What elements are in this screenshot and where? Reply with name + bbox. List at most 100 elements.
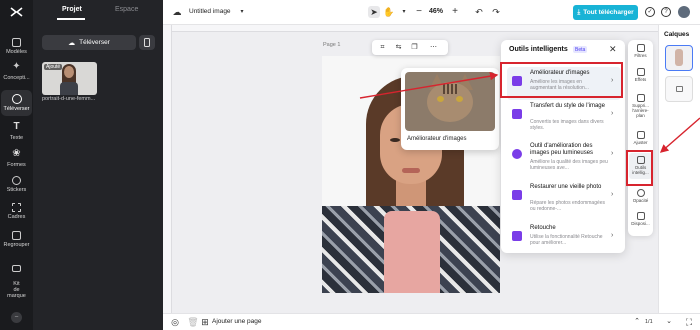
filters-icon bbox=[636, 44, 645, 52]
sidebar-item-shapes[interactable]: ❀ Formes bbox=[1, 148, 32, 169]
arrange-icon bbox=[636, 212, 645, 220]
sticker-icon bbox=[12, 176, 21, 185]
fullscreen-icon[interactable]: ⛶ bbox=[683, 316, 695, 328]
upload-from-phone-button[interactable] bbox=[139, 35, 155, 50]
annotation-box-smart-tools bbox=[626, 150, 653, 186]
crop-icon[interactable]: ⌗ bbox=[378, 43, 387, 52]
effects-icon bbox=[636, 68, 645, 76]
sidebar-item-design[interactable]: ✦ Concepti... bbox=[1, 61, 32, 82]
tool-effects[interactable]: Effets bbox=[629, 68, 652, 82]
sidebar-item-brand-kit[interactable]: Kit de marque bbox=[1, 259, 32, 300]
zoom-out-icon[interactable]: − bbox=[413, 6, 425, 18]
tool-arrange[interactable]: Disposi... bbox=[629, 212, 652, 226]
style-transfer-icon bbox=[512, 109, 522, 119]
asset-filename: portrait-d-une-femm... bbox=[42, 96, 96, 102]
chevron-down-icon[interactable]: ▾ bbox=[236, 6, 248, 18]
layer-portrait[interactable] bbox=[665, 45, 693, 71]
tool-filters[interactable]: Filtres bbox=[629, 44, 652, 58]
frame-icon bbox=[12, 203, 21, 212]
tool-low-light-enhancer[interactable]: Outil d'amélioration des images peu lumi… bbox=[507, 140, 621, 180]
annotation-box-enhancer bbox=[500, 62, 623, 98]
image-floating-toolbar: ⌗ ⇆ ❐ ⋯ bbox=[372, 40, 448, 55]
top-toolbar: ☁ Untitled image ▾ ➤ ✋ ▾ − 46% + ↶ ↷ ⤓ T… bbox=[163, 0, 700, 25]
tool-remove-background[interactable]: Suppri... l'arrière-plan bbox=[629, 94, 652, 119]
close-icon[interactable]: ✕ bbox=[609, 44, 617, 55]
page-down-icon[interactable]: ⌄ bbox=[663, 316, 675, 328]
preview-label: Améliorateur d'images bbox=[407, 136, 467, 142]
adjust-icon bbox=[636, 131, 645, 139]
image-icon bbox=[676, 86, 683, 92]
undo-icon[interactable]: ↶ bbox=[473, 6, 485, 18]
select-cursor-icon[interactable]: ➤ bbox=[368, 6, 380, 18]
account-avatar[interactable] bbox=[678, 6, 690, 18]
top-ruler bbox=[172, 25, 658, 32]
opacity-icon bbox=[636, 189, 645, 197]
image-tools-column: Filtres Effets Suppri... l'arrière-plan … bbox=[628, 40, 653, 236]
chevron-down-icon[interactable]: ▾ bbox=[398, 6, 410, 18]
upload-button[interactable]: ☁ Téléverser bbox=[42, 35, 136, 50]
remove-background-icon bbox=[636, 94, 645, 102]
more-icon[interactable]: ⋯ bbox=[429, 43, 438, 52]
help-icon[interactable]: ? bbox=[661, 7, 671, 17]
preview-image bbox=[405, 72, 495, 131]
group-icon bbox=[12, 231, 21, 240]
redo-icon[interactable]: ↷ bbox=[490, 6, 502, 18]
sidebar-item-upload[interactable]: Téléverser bbox=[1, 90, 32, 117]
duplicate-icon[interactable]: ❐ bbox=[410, 43, 419, 52]
hand-icon[interactable]: ✋ bbox=[383, 6, 395, 18]
user-avatar[interactable]: – bbox=[11, 312, 22, 323]
download-icon: ⤓ bbox=[577, 8, 581, 16]
shapes-icon: ❀ bbox=[12, 148, 21, 159]
tool-retouch[interactable]: Retouche Utilise la fonctionnalité Retou… bbox=[507, 222, 621, 252]
sidebar-item-text[interactable]: T Texte bbox=[1, 121, 32, 142]
brand-kit-icon bbox=[12, 265, 21, 273]
upload-icon bbox=[11, 94, 22, 104]
cloud-icon[interactable]: ☁ bbox=[171, 6, 183, 18]
tool-preview-popup: Améliorateur d'images bbox=[401, 68, 499, 150]
layers-toggle-icon[interactable]: ◎ bbox=[169, 316, 181, 328]
flip-icon[interactable]: ⇆ bbox=[394, 43, 403, 52]
sparkle-icon: ✦ bbox=[12, 61, 21, 72]
trash-icon[interactable]: 🗑 bbox=[187, 316, 199, 328]
cloud-upload-icon: ☁ bbox=[68, 39, 76, 47]
layer-background[interactable] bbox=[665, 76, 693, 102]
left-ruler bbox=[163, 25, 172, 315]
capcut-logo-icon bbox=[10, 7, 23, 17]
sidebar-item-group[interactable]: Regrouper bbox=[1, 231, 32, 248]
tool-opacity[interactable]: Opacité bbox=[629, 189, 652, 203]
page-up-icon[interactable]: ⌃ bbox=[631, 316, 643, 328]
bottom-bar: ◎ 🗑 ⊞ Ajouter une page 1/1 ⌃ ⌄ ⛶ bbox=[163, 313, 700, 330]
download-all-button[interactable]: ⤓ Tout télécharger bbox=[573, 5, 638, 20]
photo-restore-icon bbox=[512, 190, 522, 200]
add-page-icon[interactable]: ⊞ bbox=[199, 316, 211, 328]
zoom-level[interactable]: 46% bbox=[429, 8, 443, 15]
moon-icon bbox=[512, 149, 522, 159]
beta-badge: Beta bbox=[573, 46, 588, 53]
phone-icon bbox=[144, 38, 150, 47]
layers-title: Calques bbox=[664, 31, 690, 38]
asset-thumbnail[interactable]: Ajouté bbox=[42, 62, 97, 95]
page-counter: 1/1 bbox=[645, 319, 653, 325]
document-title[interactable]: Untitled image bbox=[189, 8, 231, 15]
shield-icon[interactable]: ✓ bbox=[645, 7, 655, 17]
sidebar-item-stickers[interactable]: Stickers bbox=[1, 176, 32, 193]
page-label: Page 1 bbox=[323, 42, 341, 48]
zoom-in-icon[interactable]: + bbox=[449, 6, 461, 18]
tool-restore-old-photo[interactable]: Restaurer une vieille photo Répare les p… bbox=[507, 181, 621, 223]
add-page-button[interactable]: Ajouter une page bbox=[212, 318, 262, 325]
tab-project[interactable]: Projet bbox=[62, 6, 82, 13]
tab-space[interactable]: Espace bbox=[115, 6, 138, 13]
added-badge: Ajouté bbox=[44, 64, 63, 70]
chevron-right-icon: › bbox=[611, 150, 614, 157]
chevron-right-icon: › bbox=[611, 232, 614, 239]
grid-icon bbox=[12, 38, 21, 47]
layers-panel: Calques bbox=[658, 25, 700, 315]
tool-style-transfer[interactable]: Transfert du style de l'image Convertis … bbox=[507, 100, 621, 133]
retouch-icon bbox=[512, 231, 522, 241]
sidebar-item-frames[interactable]: Cadres bbox=[1, 203, 32, 220]
chevron-right-icon: › bbox=[611, 110, 614, 117]
tool-adjust[interactable]: Ajuster bbox=[629, 131, 652, 145]
active-tab-indicator bbox=[57, 18, 85, 20]
text-icon: T bbox=[13, 121, 20, 132]
sidebar-item-templates[interactable]: Modèles bbox=[1, 38, 32, 55]
